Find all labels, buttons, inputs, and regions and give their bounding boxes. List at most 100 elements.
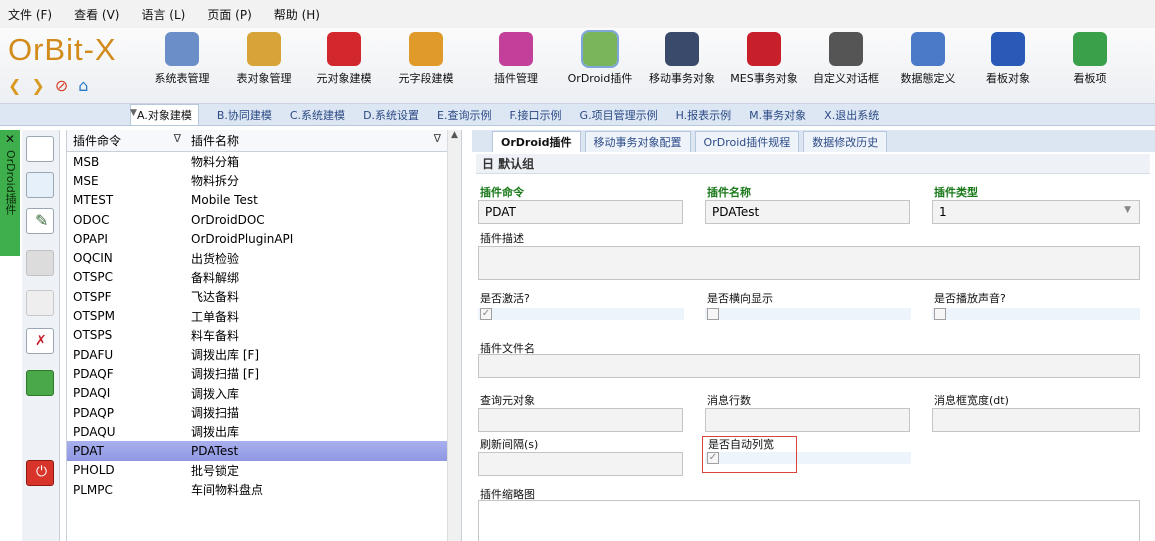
refresh-icon[interactable]	[26, 370, 54, 396]
ribbon-button-10[interactable]: 看板对象	[966, 32, 1050, 86]
table-row[interactable]: MSB 物料分箱	[67, 152, 461, 171]
cell-plugin-name: PDATest	[191, 444, 239, 459]
exit-icon[interactable]: ⏻	[26, 460, 54, 486]
message-lines-field[interactable]	[705, 408, 910, 432]
tab-ordroid-plugin[interactable]: OrDroid插件	[492, 131, 581, 152]
tab-transaction-object[interactable]: M.事务对象	[749, 107, 806, 123]
menu-page[interactable]: 页面 (P)	[207, 6, 251, 23]
filter-icon[interactable]: ∇	[174, 132, 181, 145]
ribbon-button-label: 看板项	[1073, 72, 1107, 85]
chevron-down-icon[interactable]: ▼	[1124, 205, 1131, 215]
menu-language[interactable]: 语言 (L)	[141, 6, 185, 23]
ribbon-button-0[interactable]: 系统表管理	[140, 32, 224, 86]
cell-plugin-command: PDAT	[73, 444, 104, 459]
checkbox-strip	[932, 308, 1140, 320]
ribbon-button-2[interactable]: 元对象建模	[302, 32, 386, 86]
side-tab-ordroid[interactable]: ✕ OrDroid插件	[0, 130, 20, 256]
table-row[interactable]: OQCIN 出货检验	[67, 248, 461, 267]
new-record-icon[interactable]	[26, 136, 54, 162]
delete-record-icon[interactable]: ✗	[26, 328, 54, 354]
tab-exit-system[interactable]: X.退出系统	[824, 107, 879, 123]
save-record-icon[interactable]	[26, 250, 54, 276]
table-row[interactable]: MSE 物料拆分	[67, 171, 461, 190]
dialog-icon	[829, 32, 863, 66]
filter-icon[interactable]: ∇	[434, 132, 441, 145]
label-message-width: 消息框宽度(dt)	[934, 394, 1009, 407]
scroll-up-icon[interactable]: ▲	[448, 130, 461, 140]
landscape-checkbox[interactable]	[707, 308, 719, 320]
ribbon-button-3[interactable]: 元字段建模	[384, 32, 468, 86]
message-width-field[interactable]	[932, 408, 1140, 432]
undo-icon[interactable]	[26, 290, 54, 316]
menu-file[interactable]: 文件 (F)	[8, 6, 52, 23]
tab-report-example[interactable]: H.报表示例	[676, 107, 732, 123]
tab-project-example[interactable]: G.项目管理示例	[580, 107, 658, 123]
forward-arrow-icon[interactable]: ❯	[31, 76, 44, 95]
ribbon-button-label: OrDroid插件	[567, 72, 633, 85]
plugin-file-field[interactable]	[478, 354, 1140, 378]
tab-interface-example[interactable]: F.接口示例	[509, 107, 561, 123]
menu-help[interactable]: 帮助 (H)	[274, 6, 320, 23]
cell-plugin-command: PDAQI	[73, 386, 111, 401]
plugin-name-field[interactable]: PDATest	[705, 200, 910, 224]
home-icon[interactable]: ⌂	[78, 76, 88, 95]
cell-plugin-name: 料车备料	[191, 328, 240, 343]
tab-system-modeling[interactable]: C.系统建模	[290, 107, 345, 123]
copy-record-icon[interactable]	[26, 172, 54, 198]
back-arrow-icon[interactable]: ❮	[8, 76, 21, 95]
tab-change-history[interactable]: 数据修改历史	[803, 131, 888, 152]
table-row[interactable]: OTSPF 飞达备料	[67, 287, 461, 306]
group-default[interactable]: 日 默认组	[476, 154, 1150, 174]
active-checkbox[interactable]: ✓	[480, 308, 492, 320]
ribbon-button-9[interactable]: 数据態定义	[886, 32, 970, 86]
table-row[interactable]: ODOC OrDroidDOC	[67, 210, 461, 229]
table-row[interactable]: MTEST Mobile Test	[67, 191, 461, 210]
close-icon[interactable]: ✕	[5, 132, 15, 146]
ribbon-button-11[interactable]: 看板项	[1048, 32, 1132, 86]
cell-plugin-name: 调拨出库 [F]	[191, 348, 260, 363]
collapse-arrow-icon[interactable]: ▼	[130, 108, 137, 118]
table-row[interactable]: PDAFU 调拨出库 [F]	[67, 345, 461, 364]
list-scrollbar[interactable]: ▲	[447, 130, 461, 541]
tab-query-example[interactable]: E.查询示例	[437, 107, 491, 123]
table-row[interactable]: OTSPC 备料解绑	[67, 268, 461, 287]
edit-record-icon[interactable]: ✎	[26, 208, 54, 234]
plugin-type-select[interactable]: 1 ▼	[932, 200, 1140, 224]
ribbon-button-8[interactable]: 自定义对话框	[804, 32, 888, 86]
ribbon-button-5[interactable]: OrDroid插件	[558, 30, 642, 86]
ribbon-button-1[interactable]: 表对象管理	[222, 32, 306, 86]
cell-plugin-name: 调拨入库	[191, 386, 240, 401]
table-row[interactable]: PDAQP 调拨扫描	[67, 403, 461, 422]
table-row[interactable]: OPAPI OrDroidPluginAPI	[67, 229, 461, 248]
table-row[interactable]: PLMPC 车间物料盘点	[67, 480, 461, 499]
plugin-desc-field[interactable]	[478, 246, 1140, 280]
sound-checkbox[interactable]	[934, 308, 946, 320]
column-header-command[interactable]: 插件命令 ∇	[67, 132, 185, 149]
stop-icon[interactable]: ⊘	[55, 76, 68, 95]
tab-collab-modeling[interactable]: B.协同建模	[217, 107, 272, 123]
ribbon-button-4[interactable]: 插件管理	[474, 32, 558, 86]
column-header-name[interactable]: 插件名称 ∇	[185, 132, 445, 149]
tab-object-modeling[interactable]: A.对象建模	[130, 104, 199, 125]
ribbon-button-7[interactable]: MES事务对象	[722, 32, 806, 86]
cell-plugin-command: PDAFU	[73, 347, 114, 362]
plugin-command-field[interactable]: PDAT	[478, 200, 683, 224]
refresh-interval-field[interactable]	[478, 452, 683, 476]
tab-system-settings[interactable]: D.系统设置	[363, 107, 419, 123]
thumbnail-field[interactable]	[478, 500, 1140, 541]
table-row[interactable]: OTSPS 料车备料	[67, 326, 461, 345]
table-row[interactable]: PDAQF 调拨扫描 [F]	[67, 364, 461, 383]
table-row[interactable]: PDAT PDATest	[67, 441, 461, 461]
table-row[interactable]: PHOLD 批号锁定	[67, 461, 461, 480]
ribbon-button-6[interactable]: 移动事务对象	[640, 32, 724, 86]
table-row[interactable]: PDAQU 调拨出库	[67, 422, 461, 441]
table-row[interactable]: OTSPM 工单备料	[67, 306, 461, 325]
ribbon-button-label: 元字段建模	[398, 72, 454, 85]
table-row[interactable]: PDAQI 调拨入库	[67, 384, 461, 403]
cell-plugin-command: OTSPS	[73, 328, 113, 343]
tab-plugin-procedure[interactable]: OrDroid插件规程	[694, 131, 800, 152]
heart-icon	[327, 32, 361, 66]
tab-mobile-config[interactable]: 移动事务对象配置	[584, 131, 691, 152]
menu-view[interactable]: 查看 (V)	[74, 6, 119, 23]
query-object-field[interactable]	[478, 408, 683, 432]
